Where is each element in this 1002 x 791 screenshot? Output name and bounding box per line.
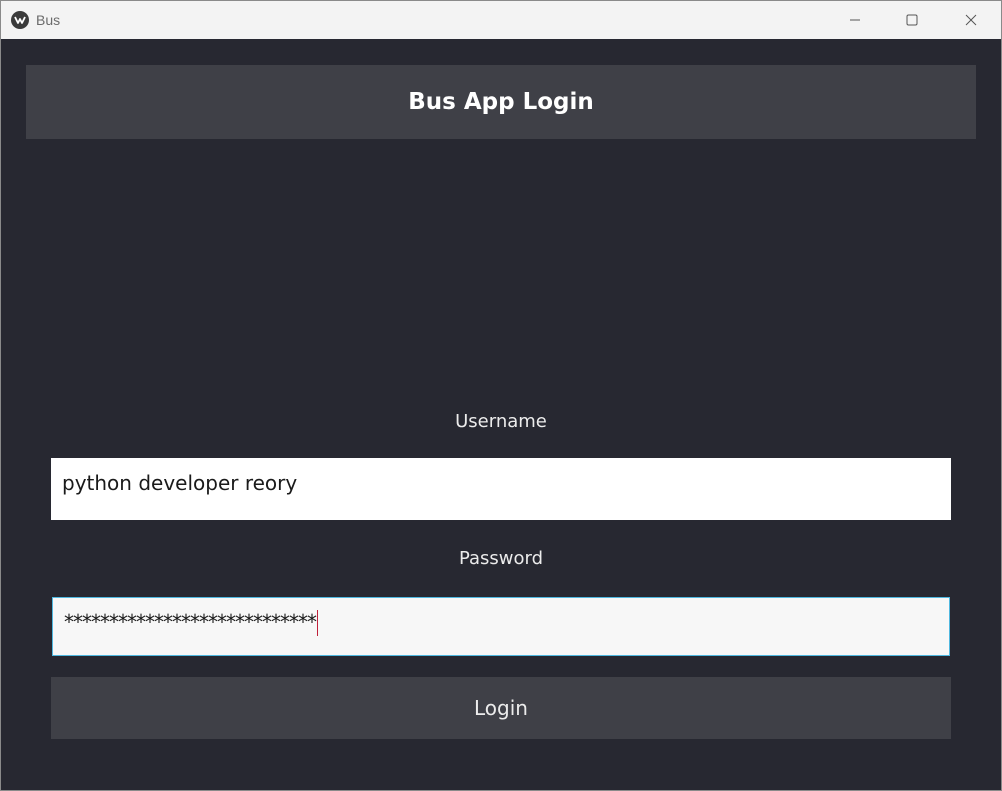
window-title: Bus [36, 12, 61, 28]
username-value: python developer reory [62, 471, 298, 495]
username-field[interactable]: python developer reory [51, 458, 951, 520]
header-bar: Bus App Login [26, 65, 976, 139]
title-bar[interactable]: Bus [1, 1, 1001, 39]
close-icon [965, 14, 977, 26]
maximize-icon [906, 14, 918, 26]
password-value: **************************** [64, 610, 317, 634]
page-title: Bus App Login [408, 89, 594, 115]
login-button[interactable]: Login [51, 677, 951, 739]
maximize-button[interactable] [889, 1, 935, 39]
password-field[interactable]: **************************** [52, 597, 950, 656]
login-screen: Bus App Login Username python developer … [1, 39, 1001, 790]
minimize-button[interactable] [832, 1, 878, 39]
username-label: Username [455, 411, 547, 432]
close-button[interactable] [948, 1, 994, 39]
minimize-icon [850, 19, 860, 21]
password-label: Password [458, 548, 544, 569]
kivy-logo-icon [11, 11, 29, 29]
app-window: Bus Bus App Login Username python develo… [0, 0, 1002, 791]
text-caret [317, 610, 318, 636]
